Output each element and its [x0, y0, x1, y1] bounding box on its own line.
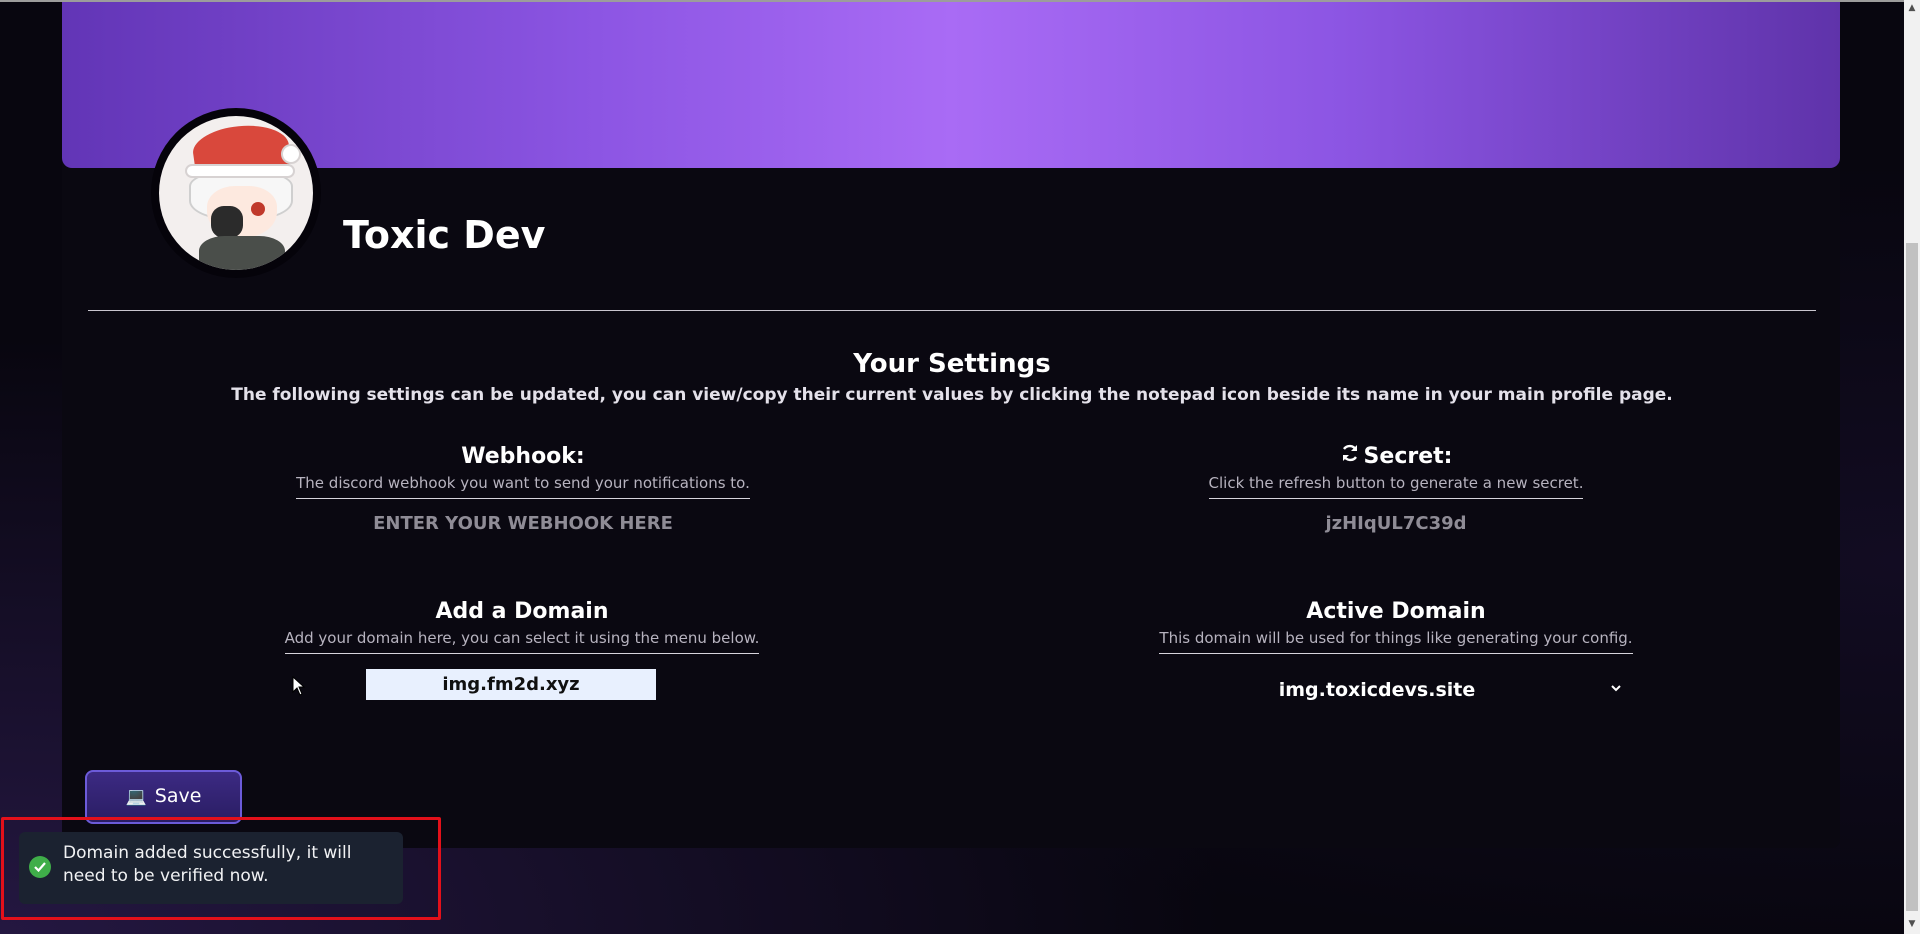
- avatar-body: [199, 236, 285, 270]
- refresh-icon[interactable]: [1340, 442, 1360, 472]
- webhook-help: The discord webhook you want to send you…: [296, 472, 750, 499]
- avatar-image: [159, 116, 313, 270]
- avatar-hat-pom: [281, 144, 301, 164]
- secret-value[interactable]: jzHIqUL7C39d: [1197, 511, 1595, 537]
- secret-label: Secret:: [1363, 444, 1453, 469]
- avatar-hat-trim: [185, 164, 295, 178]
- secret-field: Secret: Click the refresh button to gene…: [1197, 442, 1595, 537]
- save-button[interactable]: 💻 Save: [85, 770, 242, 824]
- avatar-mask: [211, 206, 243, 238]
- add-domain-field: Add a Domain Add your domain here, you c…: [272, 597, 772, 654]
- header-divider: [88, 310, 1816, 311]
- active-domain-selected: img.toxicdevs.site: [1278, 679, 1476, 701]
- webhook-field: Webhook: The discord webhook you want to…: [280, 442, 766, 537]
- domain-input[interactable]: img.fm2d.xyz: [366, 669, 656, 700]
- avatar-eye: [251, 202, 265, 216]
- active-domain-select[interactable]: img.toxicdevs.site: [1182, 676, 1634, 706]
- scroll-down-arrow-icon[interactable]: ▼: [1908, 920, 1916, 929]
- profile-banner: [62, 2, 1840, 168]
- avatar: [151, 108, 321, 278]
- profile-name: Toxic Dev: [343, 213, 546, 257]
- settings-title: Your Settings: [853, 349, 1051, 379]
- webhook-label: Webhook:: [461, 444, 585, 469]
- add-domain-help: Add your domain here, you can select it …: [284, 627, 760, 654]
- annotation-highlight-box: [1, 817, 441, 920]
- scroll-up-arrow-icon[interactable]: ▲: [1908, 4, 1916, 13]
- scroll-thumb[interactable]: [1906, 243, 1918, 911]
- add-domain-label: Add a Domain: [435, 599, 609, 624]
- mouse-cursor-icon: [292, 676, 306, 696]
- active-domain-help: This domain will be used for things like…: [1159, 627, 1633, 654]
- settings-description: The following settings can be updated, y…: [231, 385, 1673, 405]
- webhook-input[interactable]: ENTER YOUR WEBHOOK HERE: [280, 511, 766, 537]
- laptop-icon: 💻: [125, 787, 147, 807]
- chevron-down-icon: [1611, 685, 1621, 692]
- active-domain-field: Active Domain This domain will be used f…: [1150, 597, 1642, 654]
- save-button-label: Save: [154, 785, 202, 807]
- secret-help: Click the refresh button to generate a n…: [1208, 472, 1584, 499]
- secret-label-row: Secret:: [1197, 442, 1595, 472]
- scrollbar[interactable]: ▲ ▼: [1904, 0, 1920, 934]
- active-domain-label: Active Domain: [1306, 599, 1486, 624]
